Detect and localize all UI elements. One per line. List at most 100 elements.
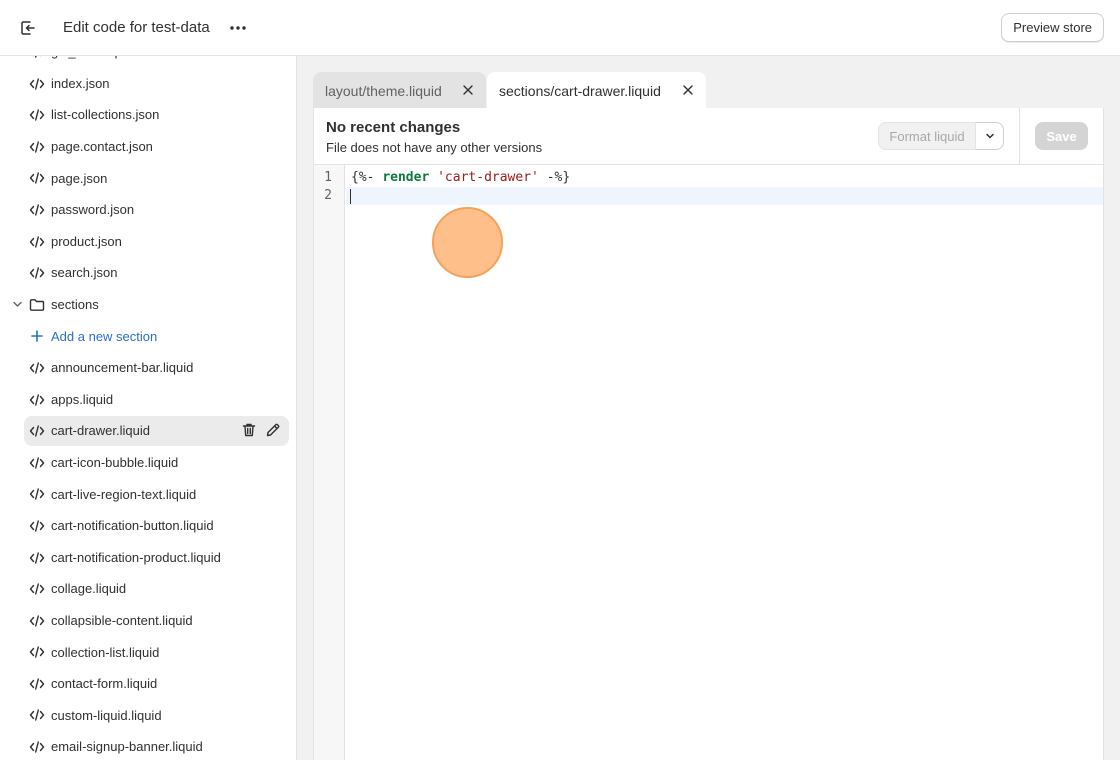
tab-label: layout/theme.liquid	[325, 82, 442, 99]
line-number: 1	[324, 170, 332, 185]
more-actions-button[interactable]	[224, 14, 252, 42]
sidebar-item-partial[interactable]: gift_card.liquid	[0, 56, 296, 68]
chevron-down-icon	[985, 133, 994, 139]
header-divider	[1019, 108, 1020, 164]
folder-sections[interactable]: sections	[0, 289, 296, 321]
add-section-button[interactable]: Add a new section	[0, 320, 296, 352]
trash-icon[interactable]	[240, 421, 258, 439]
exit-button[interactable]	[12, 12, 44, 44]
code-file-icon	[29, 455, 45, 471]
sidebar-item-label: Add a new section	[51, 328, 158, 344]
click-indicator	[432, 207, 503, 278]
editor-panel: No recent changes File does not have any…	[313, 108, 1104, 760]
format-liquid-button[interactable]: Format liquid	[878, 122, 976, 150]
code-file-icon	[29, 486, 45, 502]
sidebar-item-custom-liquid-liquid[interactable]: custom-liquid.liquid	[0, 699, 296, 731]
code-file-icon	[29, 360, 45, 376]
file-sidebar[interactable]: gift_card.liquid index.json list-collectio…	[0, 56, 297, 760]
sidebar-item-label: collection-list.liquid	[51, 644, 160, 660]
code-editor[interactable]: 1 2 {%- render 'cart-drawer' -%}	[314, 165, 1103, 760]
code-file-icon	[29, 76, 45, 92]
tab-sections-cart-drawer[interactable]: sections/cart-drawer.liquid	[487, 72, 706, 109]
version-status-subtitle: File does not have any other versions	[326, 140, 543, 155]
liquid-keyword: render	[382, 170, 430, 185]
editor-header: No recent changes File does not have any…	[314, 108, 1103, 165]
line-gutter: 1 2	[314, 165, 345, 760]
page-title: Edit code for test-data	[63, 19, 210, 36]
sidebar-item-label: collapsible-content.liquid	[51, 612, 193, 628]
sidebar-item-label: contact-form.liquid	[51, 676, 158, 692]
sidebar-item-label: collage.liquid	[51, 581, 127, 597]
code-file-icon	[29, 613, 45, 629]
sidebar-item-label: gift_card.liquid	[51, 56, 135, 59]
sidebar-item-cart-drawer-liquid[interactable]: cart-drawer.liquid	[0, 415, 296, 447]
code-file-icon	[29, 550, 45, 566]
code-file-icon	[29, 581, 45, 597]
active-line-highlight	[346, 187, 1103, 205]
sidebar-item-label: page.json	[51, 170, 108, 186]
preview-store-button[interactable]: Preview store	[1001, 13, 1104, 42]
code-file-icon	[29, 423, 45, 439]
chevron-down-icon[interactable]	[11, 298, 24, 311]
line-number: 2	[324, 188, 332, 203]
sidebar-item-product-json[interactable]: product.json	[0, 226, 296, 258]
sidebar-item-apps-liquid[interactable]: apps.liquid	[0, 384, 296, 416]
close-icon[interactable]	[682, 84, 694, 96]
tab-filename: cart-drawer.liquid	[554, 82, 661, 99]
sidebar-item-cart-notification-product-liquid[interactable]: cart-notification-product.liquid	[0, 542, 296, 574]
sidebar-item-label: custom-liquid.liquid	[51, 707, 162, 723]
code-file-icon	[29, 707, 45, 723]
code-file-icon	[29, 518, 45, 534]
liquid-tag-close: -%}	[546, 170, 571, 185]
tab-layout-theme[interactable]: layout/theme.liquid	[313, 72, 486, 109]
tab-label: sections/cart-drawer.liquid	[499, 83, 661, 99]
sidebar-item-collapsible-content-liquid[interactable]: collapsible-content.liquid	[0, 605, 296, 637]
row-actions	[240, 421, 282, 439]
code-file-icon	[29, 139, 45, 155]
file-tree: gift_card.liquid index.json list-collectio…	[0, 56, 296, 760]
sidebar-item-label: page.contact.json	[51, 139, 153, 155]
sidebar-item-search-json[interactable]: search.json	[0, 257, 296, 289]
code-file-icon	[29, 676, 45, 692]
sidebar-item-collage-liquid[interactable]: collage.liquid	[0, 573, 296, 605]
sidebar-item-cart-notification-button-liquid[interactable]: cart-notification-button.liquid	[0, 510, 296, 542]
sidebar-item-collection-list-liquid[interactable]: collection-list.liquid	[0, 636, 296, 668]
exit-icon	[21, 20, 35, 35]
version-status-title: No recent changes	[326, 119, 461, 136]
code-file-icon	[29, 202, 45, 218]
code-file-icon	[29, 107, 45, 123]
top-bar: Edit code for test-data Preview store	[0, 0, 1120, 56]
sidebar-item-label: product.json	[51, 233, 122, 249]
sidebar-item-page-contact-json[interactable]: page.contact.json	[0, 131, 296, 163]
folder-icon	[29, 297, 45, 313]
liquid-string: 'cart-drawer'	[437, 170, 539, 185]
sidebar-item-cart-icon-bubble-liquid[interactable]: cart-icon-bubble.liquid	[0, 447, 296, 479]
format-options-button[interactable]	[976, 122, 1004, 150]
sidebar-item-cart-live-region-text-liquid[interactable]: cart-live-region-text.liquid	[0, 478, 296, 510]
sidebar-item-label: sections	[51, 297, 99, 313]
sidebar-item-label: email-signup-banner.liquid	[51, 739, 203, 755]
code-file-icon	[29, 265, 45, 281]
editor-tabs: layout/theme.liquid sections/cart-drawer…	[313, 72, 706, 109]
sidebar-item-label: cart-icon-bubble.liquid	[51, 455, 179, 471]
sidebar-item-label: index.json	[51, 75, 110, 91]
close-icon[interactable]	[462, 84, 474, 96]
sidebar-item-contact-form-liquid[interactable]: contact-form.liquid	[0, 668, 296, 700]
pencil-icon[interactable]	[264, 421, 282, 439]
plus-icon	[29, 328, 45, 344]
code-file-icon	[29, 56, 45, 60]
sidebar-item-password-json[interactable]: password.json	[0, 194, 296, 226]
sidebar-item-email-signup-banner-liquid[interactable]: email-signup-banner.liquid	[0, 731, 296, 760]
save-button[interactable]: Save	[1035, 122, 1088, 150]
text-cursor	[350, 189, 351, 204]
sidebar-item-index-json[interactable]: index.json	[0, 68, 296, 100]
code-file-icon	[29, 739, 45, 755]
sidebar-item-label: announcement-bar.liquid	[51, 360, 194, 376]
code-line-1: {%- render 'cart-drawer' -%}	[351, 170, 570, 185]
sidebar-item-list-collections-json[interactable]: list-collections.json	[0, 99, 296, 131]
sidebar-item-label: cart-notification-button.liquid	[51, 518, 214, 534]
sidebar-item-page-json[interactable]: page.json	[0, 162, 296, 194]
sidebar-item-announcement-bar-liquid[interactable]: announcement-bar.liquid	[0, 352, 296, 384]
sidebar-item-label: apps.liquid	[51, 391, 114, 407]
code-file-icon	[29, 644, 45, 660]
